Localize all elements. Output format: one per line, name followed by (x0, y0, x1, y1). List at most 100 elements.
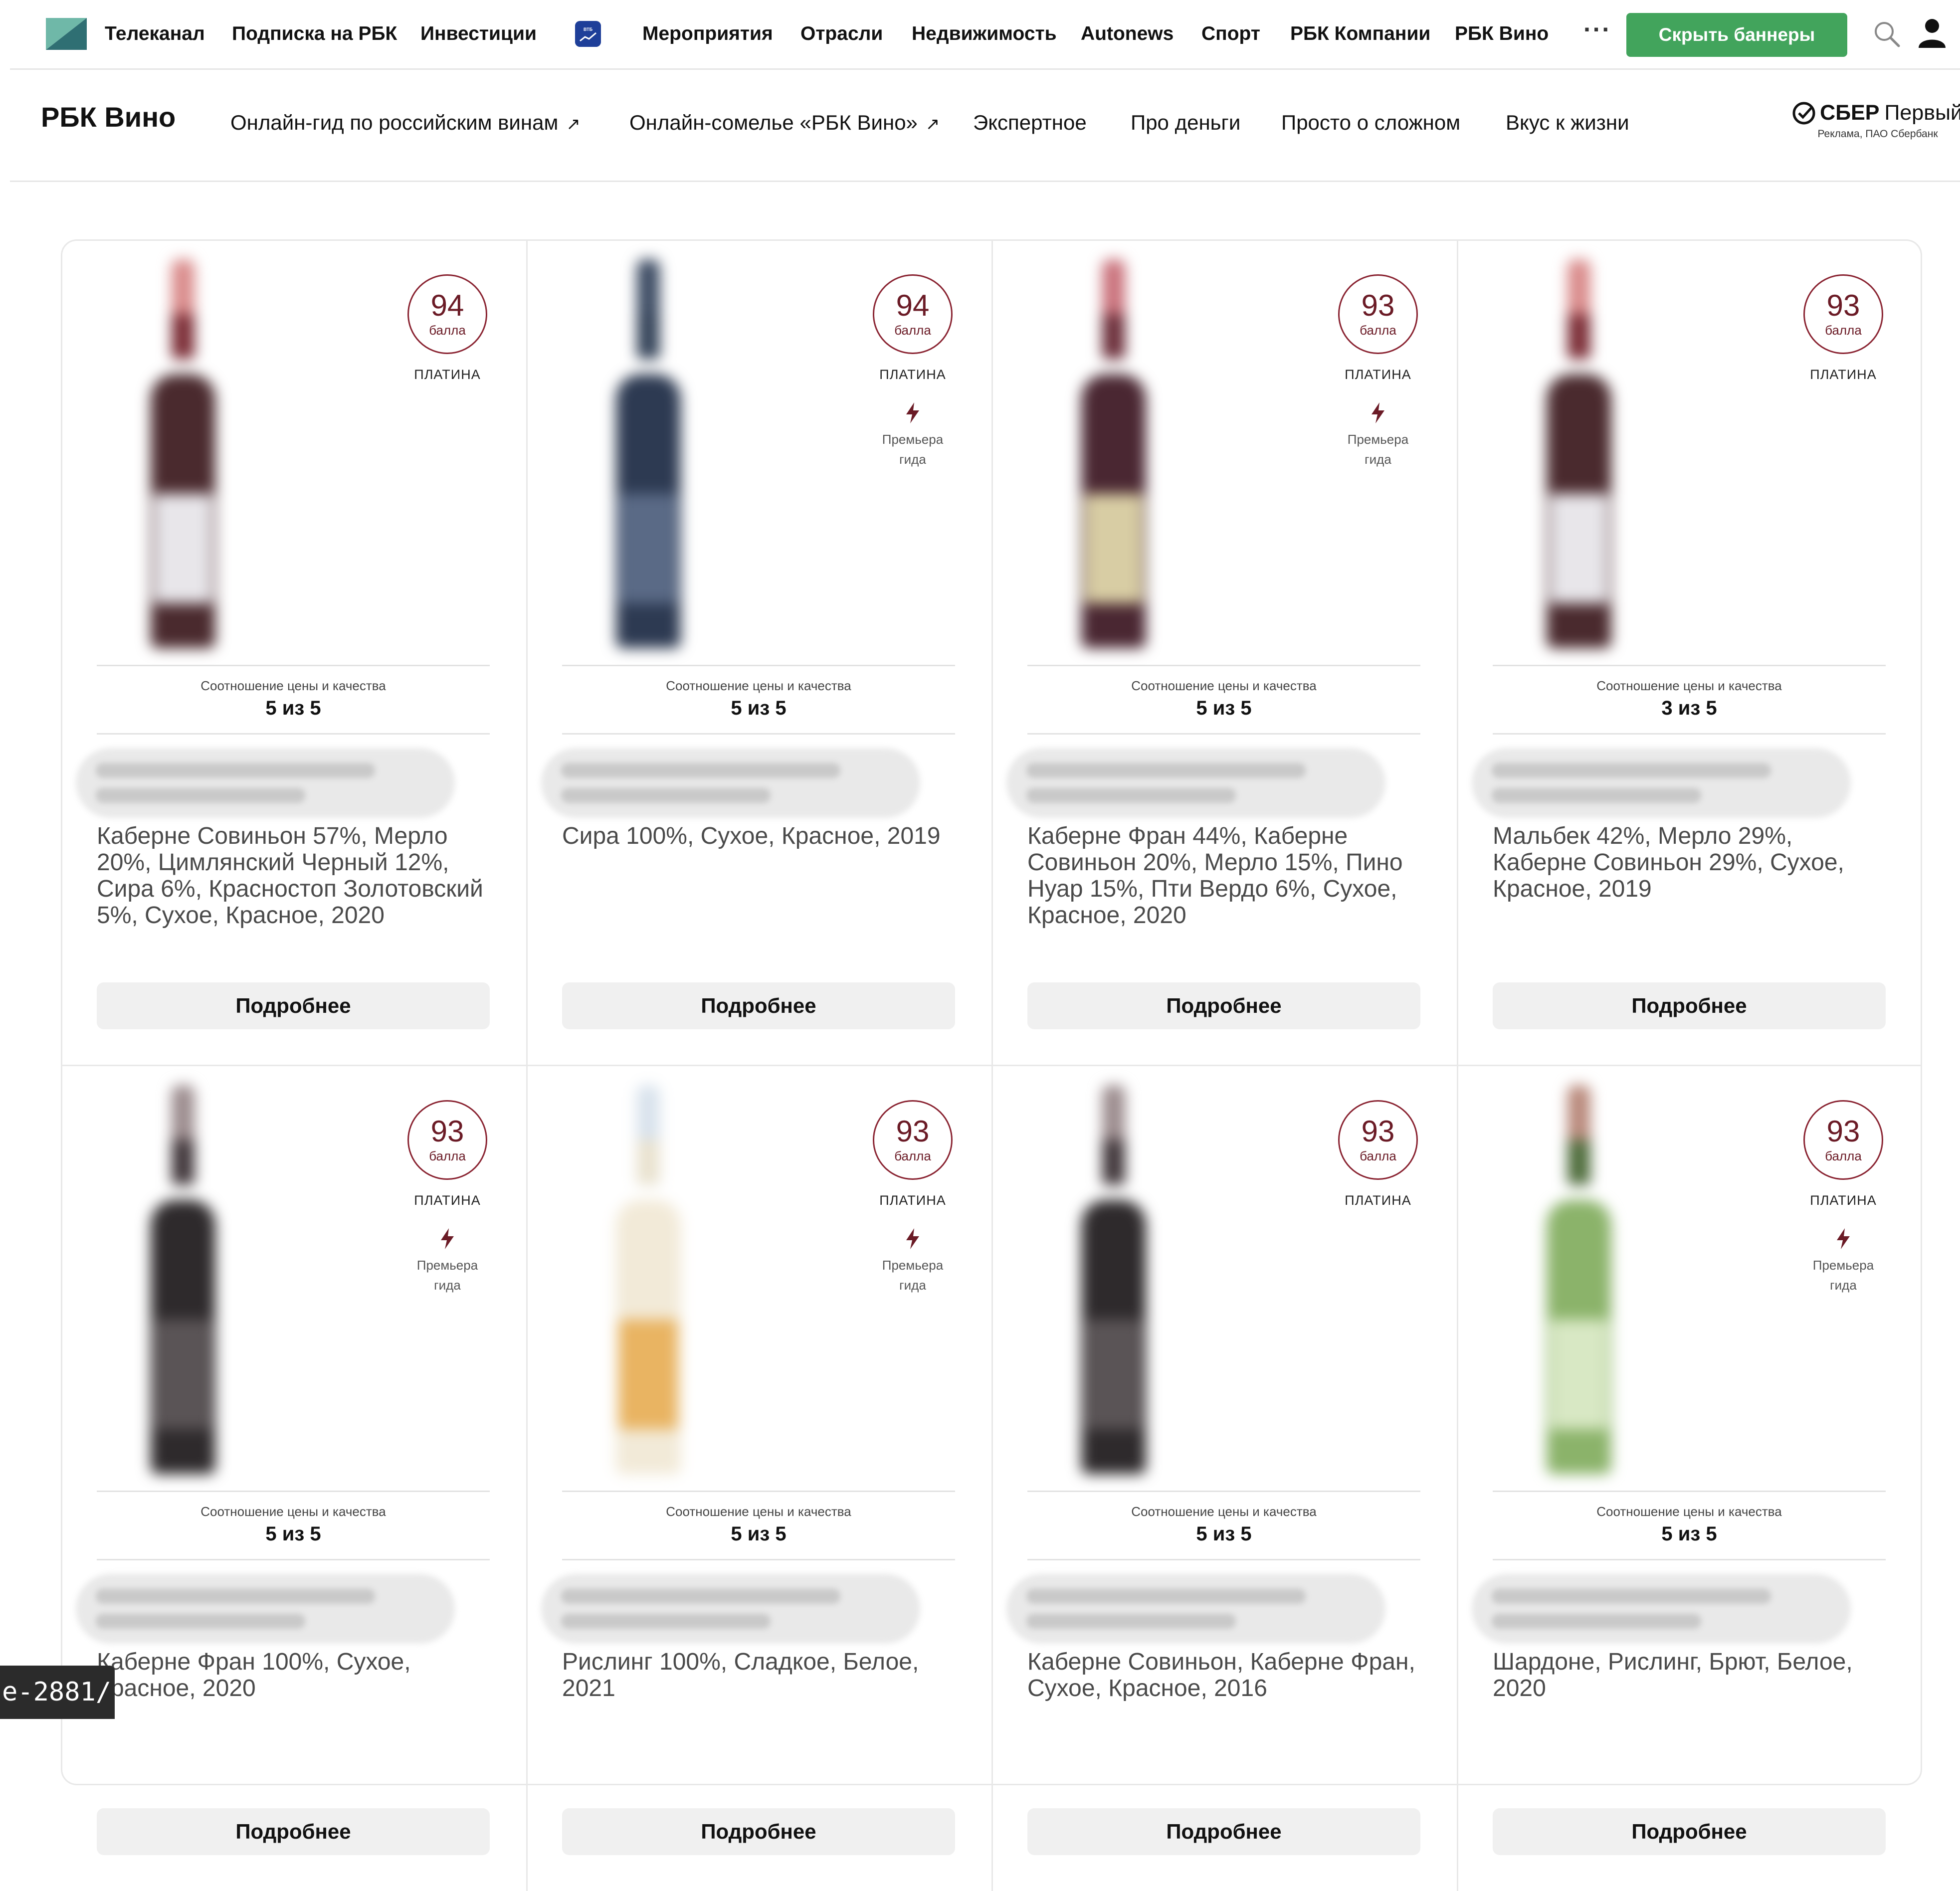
details-button[interactable]: Подробнее (1493, 982, 1886, 1029)
score-block: 93 балла ПЛАТИНА Премьера гида (870, 1100, 955, 1295)
guide-premiere-badge: Премьера гида (870, 1228, 955, 1295)
divider (562, 665, 955, 666)
price-quality-value: 5 из 5 (265, 1523, 321, 1545)
score-value: 94 (896, 288, 930, 322)
sponsor-suffix: Первый (1884, 101, 1960, 125)
subnav-item-taste[interactable]: Вкус к жизни (1506, 111, 1629, 135)
user-profile-icon[interactable] (1918, 18, 1947, 48)
subnav-item-money[interactable]: Про деньги (1131, 111, 1240, 135)
wine-card[interactable]: 94 балла ПЛАТИНА Премьера гида Соотношен… (526, 239, 991, 1065)
sponsor-logo: СБЕР Первый (1773, 101, 1960, 125)
wine-title-blurred[interactable] (76, 1574, 455, 1644)
wine-bottle-image[interactable] (616, 259, 681, 648)
wine-title-blurred[interactable] (541, 1574, 920, 1644)
topnav-item-industries[interactable]: Отрасли (800, 23, 883, 45)
topnav-item-autonews[interactable]: Autonews (1081, 23, 1174, 45)
sponsor-disclaimer: Реклама, ПАО Сбербанк (1817, 128, 1938, 140)
hide-banners-button[interactable]: Скрыть баннеры (1626, 13, 1847, 57)
sber-check-icon (1792, 102, 1815, 124)
wine-title-blurred[interactable] (76, 748, 455, 818)
score-block: 93 балла ПЛАТИНА Премьера гида (1336, 274, 1420, 469)
wine-bottle-image[interactable] (151, 259, 215, 648)
subnav-item-online-sommelier[interactable]: Онлайн-сомелье «РБК Вино» ↗ (629, 111, 940, 135)
wine-bottle-image[interactable] (1081, 259, 1146, 648)
details-button[interactable]: Подробнее (97, 1808, 490, 1855)
score-unit: балла (429, 1148, 466, 1163)
subnav-item-expert[interactable]: Экспертное (973, 111, 1087, 135)
wine-bottle-image[interactable] (1081, 1085, 1146, 1474)
wine-bottle-image[interactable] (151, 1085, 215, 1474)
wine-title-blurred[interactable] (1006, 1574, 1385, 1644)
details-button[interactable]: Подробнее (97, 982, 490, 1029)
score-badge: 93 балла (1803, 1100, 1883, 1180)
medal-tier: ПЛАТИНА (1810, 1193, 1877, 1208)
premiere-label: Премьера гида (1812, 1258, 1874, 1293)
topnav-item-investments[interactable]: Инвестиции (420, 23, 537, 45)
wine-bottle-image[interactable] (1547, 1085, 1611, 1474)
more-menu-icon[interactable]: ··· (1583, 15, 1611, 44)
wine-card[interactable]: 93 балла ПЛАТИНА Премьера гида Соотношен… (61, 1065, 526, 1891)
wine-card[interactable]: 93 балла ПЛАТИНА Премьера гида Соотношен… (1457, 1065, 1922, 1891)
card-divider (1457, 239, 1458, 1065)
medal-tier: ПЛАТИНА (879, 1193, 946, 1208)
wine-card[interactable]: 93 балла ПЛАТИНА Соотношение цены и каче… (991, 1065, 1456, 1891)
details-button[interactable]: Подробнее (1493, 1808, 1886, 1855)
score-value: 93 (1361, 1114, 1395, 1148)
wine-title-blurred[interactable] (1006, 748, 1385, 818)
price-quality-value: 5 из 5 (731, 1523, 786, 1545)
details-button[interactable]: Подробнее (562, 1808, 955, 1855)
price-quality-label: Соотношение цены и качества (200, 678, 386, 693)
search-icon[interactable] (1873, 20, 1901, 48)
topnav-item-tv[interactable]: Телеканал (105, 23, 205, 45)
rbc-logo-icon[interactable] (46, 18, 87, 50)
price-quality-label: Соотношение цены и качества (1131, 1504, 1317, 1519)
divider (1027, 1559, 1420, 1560)
lightning-icon (906, 1228, 919, 1249)
topnav-item-realty[interactable]: Недвижимость (912, 23, 1057, 45)
wine-bottle-image[interactable] (616, 1085, 681, 1474)
sponsor-block[interactable]: СБЕР Первый Реклама, ПАО Сбербанк (1773, 101, 1960, 161)
score-block: 93 балла ПЛАТИНА (1336, 1100, 1420, 1208)
wine-card[interactable]: 94 балла ПЛАТИНА Соотношение цены и каче… (61, 239, 526, 1065)
details-button[interactable]: Подробнее (562, 982, 955, 1029)
score-unit: балла (1360, 1148, 1396, 1163)
topnav-item-subscription[interactable]: Подписка на РБК (232, 23, 397, 45)
topnav-item-rbc-companies[interactable]: РБК Компании (1290, 23, 1430, 45)
wine-title-blurred[interactable] (1472, 748, 1851, 818)
topnav-item-events[interactable]: Мероприятия (642, 23, 773, 45)
lightning-icon (906, 402, 919, 423)
wine-card[interactable]: 93 балла ПЛАТИНА Премьера гида Соотношен… (991, 239, 1456, 1065)
score-value: 93 (1826, 288, 1860, 322)
score-unit: балла (1360, 322, 1396, 338)
score-value: 93 (1361, 288, 1395, 322)
wine-card[interactable]: 93 балла ПЛАТИНА Соотношение цены и каче… (1457, 239, 1922, 1065)
vtb-icon[interactable]: ВТБ (575, 21, 601, 47)
subnav-item-label: Онлайн-сомелье «РБК Вино» (629, 111, 918, 134)
card-divider (526, 1065, 528, 1891)
score-block: 94 балла ПЛАТИНА (405, 274, 490, 382)
details-button[interactable]: Подробнее (1027, 982, 1420, 1029)
score-block: 93 балла ПЛАТИНА Премьера гида (405, 1100, 490, 1295)
subnav-item-online-guide[interactable]: Онлайн-гид по российским винам ↗ (230, 111, 581, 135)
subnav-item-label: Онлайн-гид по российским винам (230, 111, 559, 134)
sponsor-name: СБЕР (1820, 101, 1880, 125)
score-badge: 94 балла (407, 274, 487, 354)
divider (1493, 1559, 1886, 1560)
wine-title-blurred[interactable] (1472, 1574, 1851, 1644)
topnav-item-rbc-wine[interactable]: РБК Вино (1455, 23, 1549, 45)
subnav-item-simple[interactable]: Просто о сложном (1281, 111, 1460, 135)
topnav-item-sport[interactable]: Спорт (1201, 23, 1260, 45)
score-value: 93 (1826, 1114, 1860, 1148)
divider (1027, 1491, 1420, 1492)
guide-premiere-badge: Премьера гида (1336, 402, 1420, 469)
medal-tier: ПЛАТИНА (1810, 367, 1877, 382)
wine-title-blurred[interactable] (541, 748, 920, 818)
wine-bottle-image[interactable] (1547, 259, 1611, 648)
divider (1493, 1491, 1886, 1492)
score-block: 93 балла ПЛАТИНА Премьера гида (1801, 1100, 1886, 1295)
medal-tier: ПЛАТИНА (879, 367, 946, 382)
wine-card[interactable]: 93 балла ПЛАТИНА Премьера гида Соотношен… (526, 1065, 991, 1891)
medal-tier: ПЛАТИНА (1345, 367, 1411, 382)
details-button[interactable]: Подробнее (1027, 1808, 1420, 1855)
section-brand-title[interactable]: РБК Вино (41, 101, 176, 133)
